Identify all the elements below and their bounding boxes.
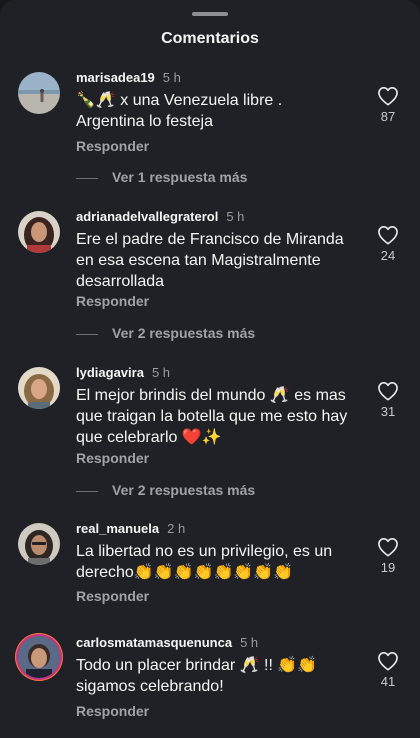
comment-header: marisadea19 5 h xyxy=(76,70,181,85)
reply-button[interactable]: Responder xyxy=(76,588,149,604)
comments-sheet: Comentarios marisadea19 5 h 🍾🥂 x una Vene… xyxy=(0,0,420,738)
comment-text: Todo un placer brindar 🥂 !! 👏👏 sigamos c… xyxy=(76,657,318,695)
like-count: 31 xyxy=(380,404,396,419)
timestamp: 5 h xyxy=(162,70,181,85)
heart-outline-icon[interactable] xyxy=(373,381,403,401)
like-group: 87 xyxy=(373,86,403,124)
heart-outline-icon[interactable] xyxy=(373,86,403,106)
avatar[interactable] xyxy=(18,523,60,565)
username[interactable]: real_manuela xyxy=(76,521,159,536)
timestamp: 5 h xyxy=(151,365,171,380)
like-count: 24 xyxy=(380,248,396,263)
comment-header: carlosmatamasquenunca 5 h xyxy=(76,635,258,650)
reply-button[interactable]: Responder xyxy=(76,703,149,719)
comment-text: La libertad no es un privilegio, es un d… xyxy=(76,543,333,581)
comment-text: 🍾🥂 x una Venezuela libre . Argentina lo … xyxy=(76,92,283,130)
username[interactable]: adrianadelvallegraterol xyxy=(76,209,218,224)
username[interactable]: carlosmatamasquenunca xyxy=(76,635,232,650)
reply-button[interactable]: Responder xyxy=(76,138,149,154)
timestamp: 5 h xyxy=(226,209,245,224)
sheet-title: Comentarios xyxy=(161,30,259,47)
avatar[interactable] xyxy=(18,72,60,114)
reply-button[interactable]: Responder xyxy=(76,450,149,466)
avatar-story-ring[interactable] xyxy=(18,636,60,678)
like-group: 31 xyxy=(373,381,403,419)
username[interactable]: marisadea19 xyxy=(76,70,155,85)
timestamp: 2 h xyxy=(167,521,186,536)
like-group: 19 xyxy=(373,537,403,575)
comment-header: real_manuela 2 h xyxy=(76,521,185,536)
view-replies-button[interactable]: Ver 2 respuestas más xyxy=(76,325,255,341)
timestamp: 5 h xyxy=(240,635,259,650)
replies-divider xyxy=(76,177,98,179)
comment-text: Ere el padre de Francisco de Miranda en … xyxy=(76,231,344,290)
replies-divider xyxy=(76,333,98,335)
view-replies-button[interactable]: Ver 1 respuesta más xyxy=(76,169,247,185)
like-count: 41 xyxy=(380,674,396,689)
avatar[interactable] xyxy=(18,367,60,409)
heart-outline-icon[interactable] xyxy=(373,537,403,557)
like-count: 19 xyxy=(380,560,396,575)
view-replies-label: Ver 2 respuestas más xyxy=(112,482,256,498)
username[interactable]: lydiagavira xyxy=(76,365,144,380)
view-replies-label: Ver 1 respuesta más xyxy=(112,169,248,185)
view-replies-label: Ver 2 respuestas más xyxy=(112,325,256,341)
replies-divider xyxy=(76,490,98,492)
heart-outline-icon[interactable] xyxy=(373,651,403,671)
comment-header: lydiagavira 5 h xyxy=(76,365,170,380)
heart-outline-icon[interactable] xyxy=(373,225,403,245)
comment-header: adrianadelvallegraterol 5 h xyxy=(76,209,244,224)
drag-handle[interactable] xyxy=(192,12,228,16)
like-group: 41 xyxy=(373,651,403,689)
view-replies-button[interactable]: Ver 2 respuestas más xyxy=(76,482,255,498)
avatar[interactable] xyxy=(18,211,60,253)
like-count: 87 xyxy=(380,109,396,124)
comment-text: El mejor brindis del mundo 🥂 es mas que … xyxy=(76,387,348,446)
like-group: 24 xyxy=(373,225,403,263)
reply-button[interactable]: Responder xyxy=(76,293,149,309)
